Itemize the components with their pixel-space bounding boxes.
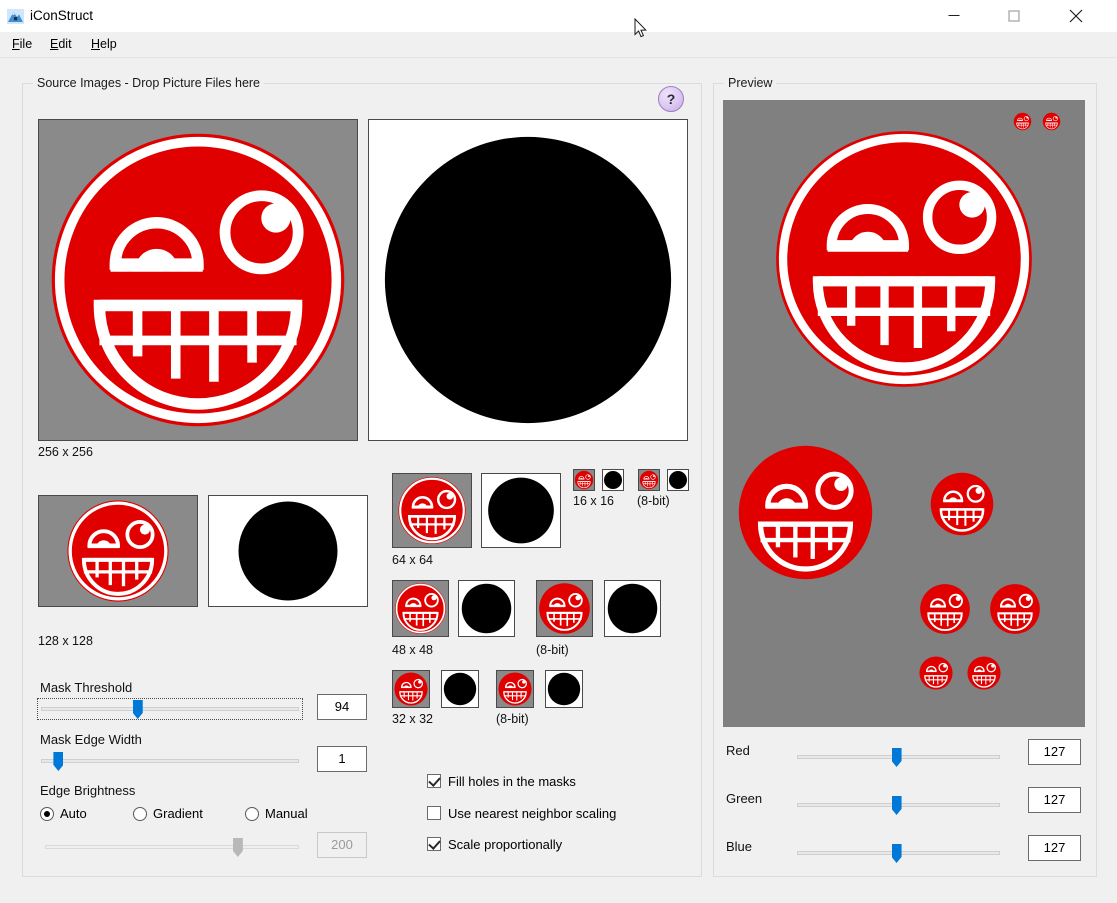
menu-edit-rest: dit	[58, 37, 72, 51]
radio-auto-indicator	[40, 807, 54, 821]
source-mask-32-8bit[interactable]	[545, 670, 583, 708]
mask-edge-width-label: Mask Edge Width	[40, 732, 142, 747]
checkbox-nearest-neighbor-box	[427, 806, 441, 820]
source-mask-48-8bit[interactable]	[604, 580, 661, 637]
help-question-mark: ?	[666, 91, 676, 107]
radio-manual-label: Manual	[265, 806, 308, 821]
source-image-32-8bit[interactable]	[496, 670, 534, 708]
source-image-128[interactable]	[38, 495, 198, 607]
preview-icon-16-8bit	[1042, 112, 1061, 131]
minimize-button[interactable]	[931, 0, 977, 31]
mask-edge-width-thumb[interactable]	[53, 752, 64, 771]
app-mountain-icon	[7, 9, 24, 24]
radio-gradient-label: Gradient	[153, 806, 203, 821]
source-image-48-8bit[interactable]	[536, 580, 593, 637]
blue-thumb[interactable]	[891, 844, 902, 863]
caption-16-8bit: (8-bit)	[637, 494, 670, 508]
checkbox-fill-holes-box	[427, 774, 441, 788]
red-label: Red	[726, 743, 750, 758]
edge-brightness-thumb[interactable]	[232, 838, 243, 857]
red-slider[interactable]	[797, 746, 1000, 768]
source-image-32[interactable]	[392, 670, 430, 708]
green-value[interactable]: 127	[1028, 787, 1081, 813]
app-window: iConStruct File Edit Help Source Images …	[0, 0, 1117, 903]
caption-128: 128 x 128	[38, 634, 93, 648]
source-mask-32[interactable]	[441, 670, 479, 708]
menu-item-edit[interactable]: Edit	[45, 35, 77, 53]
help-icon[interactable]: ?	[658, 86, 684, 112]
preview-icon-256	[765, 120, 1043, 398]
menu-file-rest: ile	[19, 37, 33, 51]
caption-64: 64 x 64	[392, 553, 434, 567]
mask-threshold-track[interactable]	[41, 707, 299, 711]
checkbox-scale-proportionally-label: Scale proportionally	[448, 837, 563, 852]
preview-icon-48-8bit	[988, 582, 1042, 636]
mask-threshold-label: Mask Threshold	[40, 680, 133, 695]
red-thumb[interactable]	[891, 748, 902, 767]
menu-bar: File Edit Help	[0, 32, 1117, 56]
menu-item-help[interactable]: Help	[86, 35, 122, 53]
caption-32-8bit: (8-bit)	[496, 712, 529, 726]
blue-slider[interactable]	[797, 842, 1000, 864]
preview-icon-64	[928, 470, 996, 538]
edge-brightness-track[interactable]	[45, 845, 299, 849]
preview-icon-32-8bit	[966, 655, 1002, 691]
edge-brightness-label: Edge Brightness	[40, 783, 136, 798]
menu-help-rest: elp	[100, 37, 117, 51]
caption-256: 256 x 256	[38, 445, 93, 459]
caption-16: 16 x 16	[573, 494, 615, 508]
source-mask-256[interactable]	[368, 119, 688, 441]
source-mask-48[interactable]	[458, 580, 515, 637]
source-mask-128[interactable]	[208, 495, 368, 607]
radio-manual-indicator	[245, 807, 259, 821]
red-value[interactable]: 127	[1028, 739, 1081, 765]
radio-auto-label: Auto	[60, 806, 87, 821]
mask-threshold-thumb[interactable]	[132, 700, 143, 719]
green-label: Green	[726, 791, 763, 806]
menu-item-file[interactable]: File	[7, 35, 37, 53]
caption-32: 32 x 32	[392, 712, 434, 726]
source-images-title: Source Images - Drop Picture Files here	[33, 76, 265, 90]
preview-title: Preview	[724, 76, 777, 90]
caption-48-8bit: (8-bit)	[536, 643, 569, 657]
source-image-16[interactable]	[573, 469, 595, 491]
edge-brightness-value[interactable]: 200	[317, 832, 367, 858]
preview-icon-128	[733, 440, 878, 585]
mask-edge-width-track[interactable]	[41, 759, 299, 763]
source-image-16-8bit[interactable]	[638, 469, 660, 491]
source-mask-16[interactable]	[602, 469, 624, 491]
window-title: iConStruct	[30, 8, 94, 23]
source-image-256[interactable]	[38, 119, 358, 441]
radio-gradient-indicator	[133, 807, 147, 821]
mask-edge-width-value[interactable]: 1	[317, 746, 367, 772]
blue-label: Blue	[726, 839, 753, 854]
preview-icon-48	[918, 582, 972, 636]
source-image-48[interactable]	[392, 580, 449, 637]
mask-threshold-slider[interactable]	[41, 698, 299, 720]
mask-threshold-value[interactable]: 94	[317, 694, 367, 720]
source-mask-16-8bit[interactable]	[667, 469, 689, 491]
checkbox-nearest-neighbor-label: Use nearest neighbor scaling	[448, 806, 617, 821]
source-image-64[interactable]	[392, 473, 472, 548]
title-bar: iConStruct	[0, 0, 1117, 32]
menu-separator	[0, 57, 1117, 58]
edge-brightness-slider[interactable]	[45, 836, 299, 858]
blue-value[interactable]: 127	[1028, 835, 1081, 861]
preview-icon-16	[1013, 112, 1032, 131]
source-mask-64[interactable]	[481, 473, 561, 548]
close-button[interactable]	[1053, 0, 1099, 31]
preview-canvas[interactable]	[723, 100, 1085, 727]
mask-edge-width-slider[interactable]	[41, 750, 299, 772]
green-slider[interactable]	[797, 794, 1000, 816]
caption-48: 48 x 48	[392, 643, 434, 657]
checkbox-fill-holes-label: Fill holes in the masks	[448, 774, 576, 789]
preview-icon-32	[918, 655, 954, 691]
checkbox-scale-proportionally-box	[427, 837, 441, 851]
green-thumb[interactable]	[891, 796, 902, 815]
maximize-button[interactable]	[991, 0, 1037, 31]
